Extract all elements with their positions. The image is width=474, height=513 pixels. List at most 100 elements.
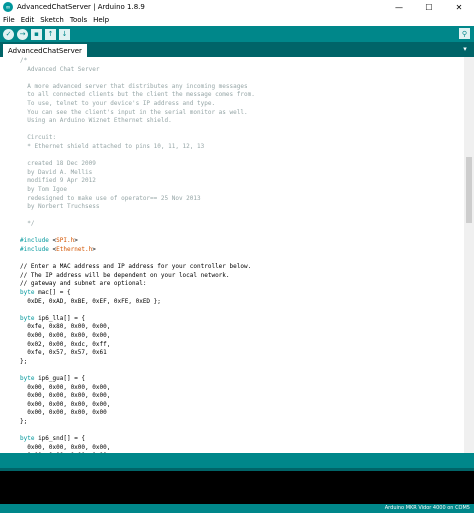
save-sketch-button[interactable]: ↓ (59, 28, 70, 40)
code-line: 18 by Norbert Truchsess (20, 203, 464, 212)
new-sketch-button[interactable]: ▪ (31, 28, 42, 40)
code-text: byte mac[] = { (20, 289, 71, 297)
code-text: by David A. Mellis (20, 168, 93, 176)
title-bar: ∞ AdvancedChatServer | Arduino 1.8.9 — ☐… (0, 0, 474, 14)
code-text: by Norbert Truchsess (20, 203, 100, 211)
code-line: 8 Using an Arduino Wiznet Ethernet shiel… (20, 117, 464, 126)
arduino-logo-icon: ∞ (3, 2, 13, 12)
code-text: }; (20, 417, 28, 425)
code-area[interactable]: 1⊟/*2 Advanced Chat Server34 A more adva… (20, 57, 464, 453)
code-line: 37 (20, 366, 464, 375)
code-text: Circuit: (20, 134, 57, 142)
code-line: 35 0xfe, 0x57, 0x57, 0x61 (20, 349, 464, 358)
code-text: #include <Ethernet.h> (20, 246, 96, 254)
checkmark-icon: ✓ (5, 30, 12, 38)
new-file-icon: ▪ (34, 30, 39, 38)
menu-edit[interactable]: Edit (18, 16, 38, 24)
code-line: 5 to all connected clients but the clien… (20, 91, 464, 100)
code-text: 0xfe, 0x57, 0x57, 0x61 (20, 349, 107, 357)
code-line: 1⊟/* (20, 57, 464, 66)
code-line: 42 0x00, 0x00, 0x00, 0x00 (20, 409, 464, 418)
verify-button[interactable]: ✓ (3, 28, 14, 40)
code-editor[interactable]: 1⊟/*2 Advanced Chat Server34 A more adva… (0, 57, 474, 453)
code-line: 20 */ (20, 220, 464, 229)
code-text: 0x00, 0x00, 0x00, 0x00, (20, 383, 111, 391)
code-line: 27// gateway and subnet are optional: (20, 280, 464, 289)
code-line: 44 (20, 427, 464, 436)
menu-tools[interactable]: Tools (67, 16, 90, 24)
code-line: 19 (20, 212, 464, 221)
code-line: 46 0x00, 0x00, 0x00, 0x00, (20, 444, 464, 453)
code-line: 10 Circuit: (20, 134, 464, 143)
scrollbar-thumb[interactable] (466, 157, 472, 223)
code-text: 0x00, 0x00, 0x00, 0x00 (20, 409, 107, 417)
code-line: 43}; (20, 418, 464, 427)
code-line: 23#include <Ethernet.h> (20, 246, 464, 255)
menu-bar: File Edit Sketch Tools Help (0, 14, 474, 26)
arrow-right-icon: → (19, 30, 26, 38)
code-line: 45⊟byte ip6_snd[] = { (20, 435, 464, 444)
code-line: 26// The IP address will be dependent on… (20, 272, 464, 281)
chevron-down-icon: ▾ (463, 45, 467, 53)
arrow-down-icon: ↓ (61, 30, 68, 38)
code-line: 11 * Ethernet shield attached to pins 10… (20, 143, 464, 152)
code-text: #include <SPI.h> (20, 237, 78, 245)
serial-monitor-button[interactable]: ⚲ (459, 28, 470, 39)
code-text: by Tom Igoe (20, 185, 67, 193)
code-line: 9 (20, 126, 464, 135)
code-text: You can see the client's input in the se… (20, 108, 248, 116)
code-text: 0xfe, 0x80, 0x00, 0x00, (20, 323, 111, 331)
code-text: byte ip6_lla[] = { (20, 314, 86, 322)
menu-file[interactable]: File (0, 16, 18, 24)
code-line: 7 You can see the client's input in the … (20, 109, 464, 118)
board-status-bar: Arduino MKR Vidor 4000 on COM5 (0, 504, 474, 513)
code-text: to all connected clients but the client … (20, 91, 255, 99)
code-text: modified 9 Apr 2012 (20, 177, 96, 185)
open-sketch-button[interactable]: ↑ (45, 28, 56, 40)
code-text: Advanced Chat Server (20, 65, 100, 73)
window-title: AdvancedChatServer | Arduino 1.8.9 (17, 3, 145, 11)
maximize-button[interactable]: ☐ (414, 0, 444, 14)
code-line: 12 (20, 152, 464, 161)
menu-sketch[interactable]: Sketch (37, 16, 67, 24)
code-text: * Ethernet shield attached to pins 10, 1… (20, 142, 205, 150)
code-line: 34 0x02, 0x00, 0xdc, 0xff, (20, 341, 464, 350)
vertical-scrollbar[interactable] (464, 57, 474, 453)
menu-help[interactable]: Help (90, 16, 112, 24)
code-line: 2 Advanced Chat Server (20, 66, 464, 75)
code-line: 15 modified 9 Apr 2012 (20, 177, 464, 186)
code-line: 25// Enter a MAC address and IP address … (20, 263, 464, 272)
code-text: Using an Arduino Wiznet Ethernet shield. (20, 117, 172, 125)
upload-button[interactable]: → (17, 28, 28, 40)
code-text: /* (20, 57, 28, 64)
minimize-button[interactable]: — (384, 0, 414, 14)
code-text: 0x02, 0x00, 0xdc, 0xff, (20, 340, 111, 348)
line-number-gutter (0, 57, 20, 453)
tab-advancedchatserver[interactable]: AdvancedChatServer (3, 44, 87, 57)
code-line: 38⊟byte ip6_gua[] = { (20, 375, 464, 384)
code-text: redesigned to make use of operator== 25 … (20, 194, 201, 202)
tab-strip: AdvancedChatServer ▾ (0, 42, 474, 57)
code-text: // Enter a MAC address and IP address fo… (20, 263, 252, 271)
code-text: To use, telnet to your device's IP addre… (20, 99, 216, 107)
code-line: 39 0x00, 0x00, 0x00, 0x00, (20, 384, 464, 393)
code-line: 21 (20, 229, 464, 238)
code-line: 16 by Tom Igoe (20, 186, 464, 195)
code-text: 0x00, 0x00, 0x00, 0x00, (20, 392, 111, 400)
code-text: 0xDE, 0xAD, 0xBE, 0xEF, 0xFE, 0xED }; (20, 297, 161, 305)
code-text: */ (20, 220, 35, 228)
code-line: 36}; (20, 358, 464, 367)
code-line: 6 To use, telnet to your device's IP add… (20, 100, 464, 109)
code-text: byte ip6_snd[] = { (20, 435, 86, 443)
arrow-up-icon: ↑ (47, 30, 54, 38)
tab-menu-button[interactable]: ▾ (460, 44, 470, 54)
code-line: 3 (20, 74, 464, 83)
magnifier-icon: ⚲ (461, 29, 468, 38)
code-line: 4 A more advanced server that distribute… (20, 83, 464, 92)
close-button[interactable]: ✕ (444, 0, 474, 14)
code-text: A more advanced server that distributes … (20, 82, 248, 90)
toolbar: ✓ → ▪ ↑ ↓ ⚲ (0, 26, 474, 42)
code-line: 30 (20, 306, 464, 315)
code-line: 31⊟byte ip6_lla[] = { (20, 315, 464, 324)
code-line: 14 by David A. Mellis (20, 169, 464, 178)
